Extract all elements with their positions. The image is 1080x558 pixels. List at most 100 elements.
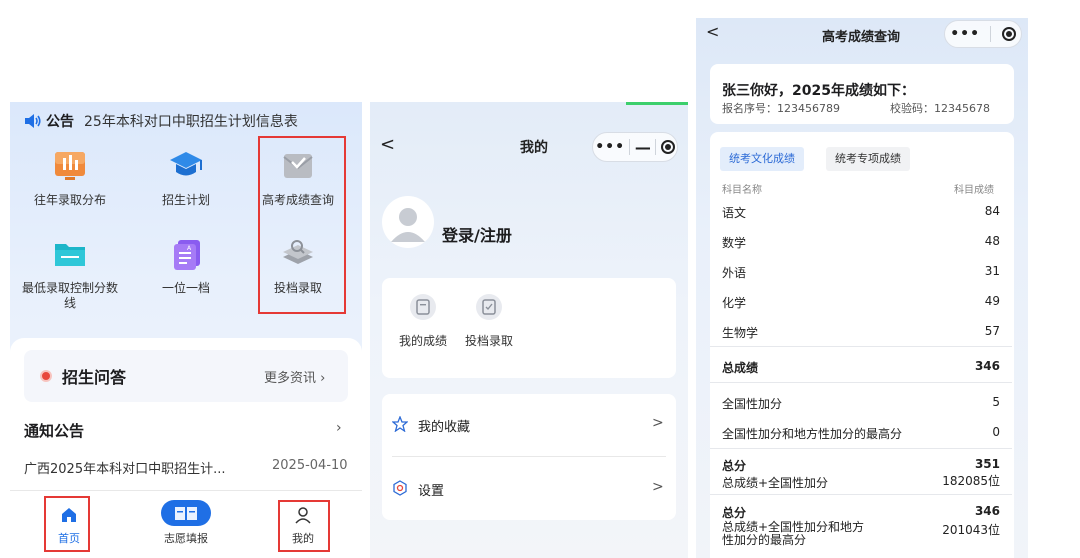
registration-number: 报名序号：123456789 <box>722 102 840 115</box>
chevron-right-icon[interactable]: › <box>336 420 342 436</box>
subject-name: 语文 <box>722 206 747 220</box>
favorites-row[interactable]: 我的收藏 <box>418 416 470 435</box>
home-screen: 公告 25年本科对口中职招生计划信息表 往年录取分布 招生计划 高考成绩查询 最… <box>10 102 362 558</box>
sum-rank: 182085位 <box>942 474 1000 488</box>
settings-icon <box>392 480 408 500</box>
table-row: 外语 31 <box>722 264 1000 281</box>
bonus-label: 全国性加分 <box>722 397 783 411</box>
sum-value: 351 <box>974 457 1000 471</box>
table-row: 数学 48 <box>722 234 1000 251</box>
greeting-text: 张三你好，2025年成绩如下： <box>722 83 915 99</box>
settings-row[interactable]: 设置 <box>418 480 444 499</box>
graduation-cap-icon <box>170 152 202 176</box>
bonus-value: 0 <box>992 425 1000 439</box>
chevron-right-icon[interactable]: > <box>652 415 664 431</box>
divider <box>710 448 1012 449</box>
close-capsule-button[interactable] <box>1001 27 1016 41</box>
more-news-link[interactable]: 更多资讯 › <box>264 367 325 386</box>
back-button[interactable]: < <box>380 134 395 155</box>
grid-item-min-score-line[interactable]: 最低录取控制分数线 <box>20 236 120 311</box>
mini-program-capsule: ••• <box>944 20 1022 48</box>
grid-label: 往年录取分布 <box>33 193 106 207</box>
admission-icon <box>476 294 502 320</box>
quick-label: 我的成绩 <box>398 334 447 348</box>
speaker-icon <box>25 114 41 128</box>
score-query-screen: < 高考成绩查询 ••• 张三你好，2025年成绩如下： 报名序号：123456… <box>696 18 1028 558</box>
table-row: 语文 84 <box>722 204 1000 221</box>
subject-name: 外语 <box>722 266 747 280</box>
bonus-national-row: 全国性加分 5 <box>722 395 1000 412</box>
column-header-score: 科目成绩 <box>954 185 994 196</box>
sum-value: 346 <box>974 504 1000 518</box>
table-row: 生物学 57 <box>722 324 1000 341</box>
quick-label: 投档录取 <box>464 334 513 348</box>
subject-score: 84 <box>984 204 1000 218</box>
sum-row-1: 总分 总成绩+全国性加分 351 182085位 <box>722 457 1000 491</box>
total-label: 总成绩 <box>722 361 759 375</box>
mine-screen: < 我的 ••• — 登录/注册 我的成绩 投档录取 我的收藏 > 设置 > <box>370 102 688 558</box>
announcement-label: 公告 <box>46 114 74 130</box>
subject-name: 生物学 <box>722 326 759 340</box>
chevron-right-icon: › <box>320 371 326 386</box>
tab-volunteer[interactable]: 志愿填报 <box>151 500 221 546</box>
avatar[interactable] <box>382 196 434 248</box>
check-code: 校验码：12345678 <box>890 102 990 115</box>
default-avatar-icon <box>391 208 425 242</box>
column-header-subject: 科目名称 <box>722 185 762 196</box>
news-item-title[interactable]: 广西2025年本科对口中职招生计... <box>24 458 244 477</box>
subject-score: 49 <box>984 294 1000 308</box>
capsule-divider <box>629 139 631 155</box>
grid-label: 招生计划 <box>161 193 210 207</box>
tab-label: 志愿填报 <box>164 532 208 545</box>
settings-card: 我的收藏 > 设置 > <box>382 394 676 520</box>
bar-chart-icon <box>55 152 85 180</box>
quick-actions-card: 我的成绩 投档录取 <box>382 278 676 378</box>
divider <box>392 456 666 457</box>
subject-score: 31 <box>984 264 1000 278</box>
quick-my-scores[interactable]: 我的成绩 <box>388 294 458 349</box>
grid-item-history-admission[interactable]: 往年录取分布 <box>20 148 120 208</box>
record-dot-icon <box>40 370 52 382</box>
more-menu-button[interactable]: ••• <box>950 26 980 42</box>
star-icon <box>391 415 409 436</box>
page-title: 高考成绩查询 <box>822 30 901 45</box>
total-row: 总成绩 346 <box>722 359 1000 376</box>
close-capsule-button[interactable] <box>660 140 675 154</box>
qa-title: 招生问答 <box>62 368 127 387</box>
highlight-box <box>278 500 330 552</box>
bonus-label: 全国性加分和地方性加分的最高分 <box>722 427 903 441</box>
subject-score: 57 <box>984 324 1000 338</box>
back-button[interactable]: < <box>706 22 719 41</box>
announcement-bar[interactable]: 公告 25年本科对口中职招生计划信息表 <box>10 102 362 140</box>
chevron-right-icon[interactable]: > <box>652 479 664 495</box>
announcement-text[interactable]: 25年本科对口中职招生计划信息表 <box>84 111 324 131</box>
tab-culture-score[interactable]: 统考文化成绩 <box>720 147 804 171</box>
book-icon <box>161 500 211 526</box>
capsule-divider <box>990 26 992 42</box>
notice-section-title: 通知公告 <box>24 422 85 440</box>
status-strip <box>626 102 688 105</box>
grid-item-enrollment-plan[interactable]: 招生计划 <box>136 148 236 208</box>
quick-admission[interactable]: 投档录取 <box>454 294 524 349</box>
sum-rank: 201043位 <box>942 523 1000 537</box>
login-register-link[interactable]: 登录/注册 <box>442 222 512 246</box>
page-title: 我的 <box>520 140 548 156</box>
more-menu-button[interactable]: ••• <box>595 139 625 155</box>
grid-item-rank-table[interactable]: A 一位一档 <box>136 236 236 296</box>
divider <box>710 494 1012 495</box>
tab-special-score[interactable]: 统考专项成绩 <box>826 147 910 171</box>
minimize-button[interactable]: — <box>635 138 651 157</box>
divider <box>10 490 362 491</box>
grid-label: 最低录取控制分数线 <box>21 281 118 310</box>
document-ai-icon: A <box>174 240 200 270</box>
total-value: 346 <box>974 359 1000 373</box>
mini-program-capsule: ••• — <box>592 132 678 162</box>
highlight-box <box>258 136 346 314</box>
sum-row-2: 总分 总成绩+全国性加分和地方 性加分的最高分 346 201043位 <box>722 504 1000 547</box>
capsule-divider <box>655 139 657 155</box>
divider <box>710 382 1012 383</box>
subject-score: 48 <box>984 234 1000 248</box>
table-row: 化学 49 <box>722 294 1000 311</box>
folder-icon <box>55 244 85 266</box>
bonus-value: 5 <box>992 395 1000 409</box>
